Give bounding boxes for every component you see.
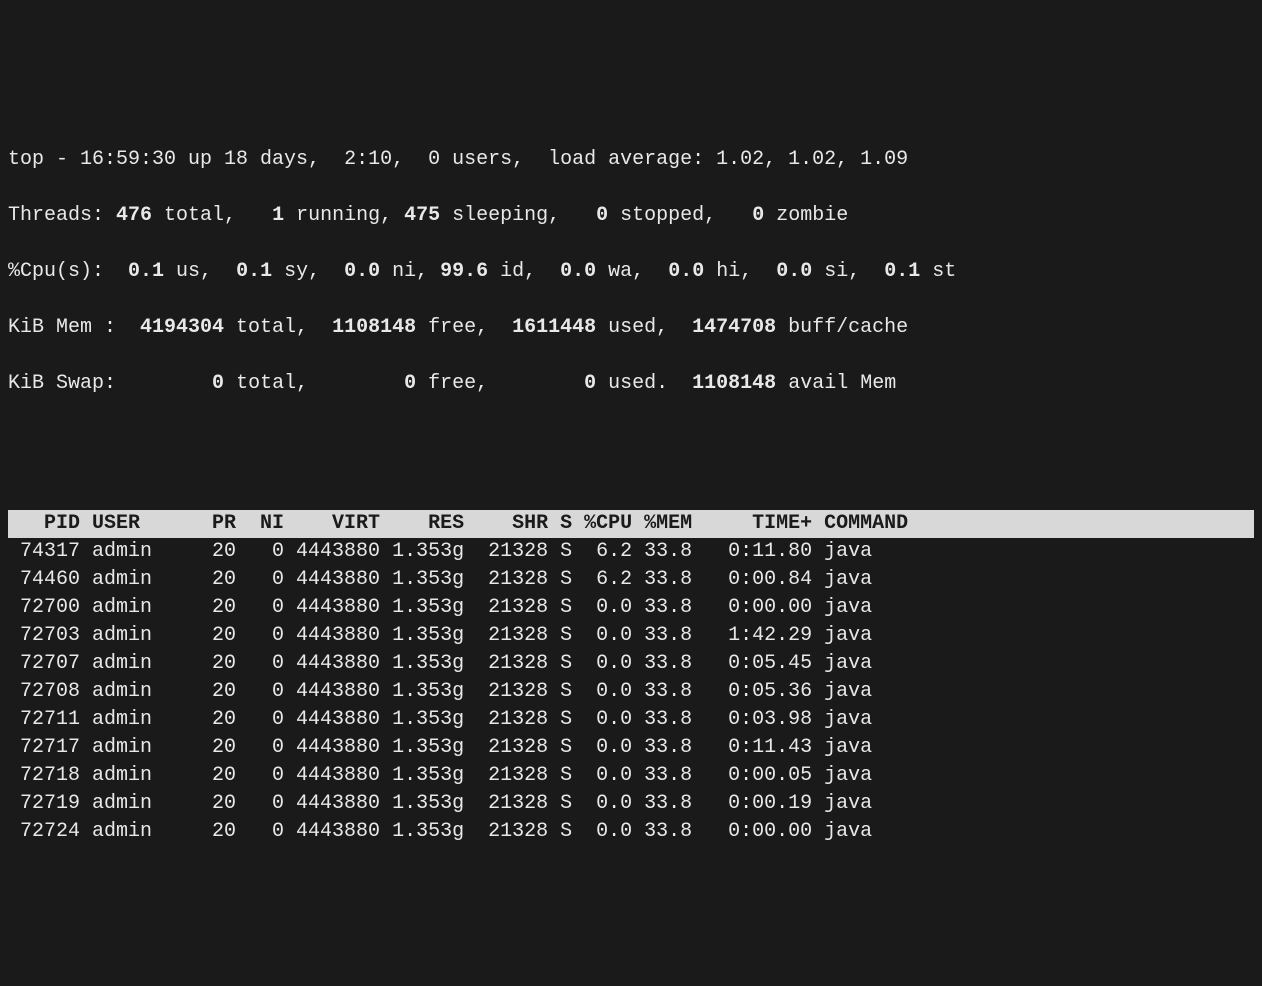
process-row[interactable]: 72708 admin 20 0 4443880 1.353g 21328 S … [8, 678, 1254, 706]
process-row[interactable]: 72707 admin 20 0 4443880 1.353g 21328 S … [8, 650, 1254, 678]
process-table-header[interactable]: PID USER PR NI VIRT RES SHR S %CPU %MEM … [8, 510, 1254, 538]
process-row[interactable]: 72703 admin 20 0 4443880 1.353g 21328 S … [8, 622, 1254, 650]
process-list: 74317 admin 20 0 4443880 1.353g 21328 S … [8, 538, 1254, 846]
threads-line: Threads: 476 total, 1 running, 475 sleep… [8, 202, 1254, 230]
process-row[interactable]: 72724 admin 20 0 4443880 1.353g 21328 S … [8, 818, 1254, 846]
process-row[interactable]: 72717 admin 20 0 4443880 1.353g 21328 S … [8, 734, 1254, 762]
process-row[interactable]: 72719 admin 20 0 4443880 1.353g 21328 S … [8, 790, 1254, 818]
uptime-line: top - 16:59:30 up 18 days, 2:10, 0 users… [8, 146, 1254, 174]
process-row[interactable]: 72718 admin 20 0 4443880 1.353g 21328 S … [8, 762, 1254, 790]
process-row[interactable]: 72711 admin 20 0 4443880 1.353g 21328 S … [8, 706, 1254, 734]
blank-separator [8, 454, 1254, 482]
cpu-line: %Cpu(s): 0.1 us, 0.1 sy, 0.0 ni, 99.6 id… [8, 258, 1254, 286]
process-row[interactable]: 74317 admin 20 0 4443880 1.353g 21328 S … [8, 538, 1254, 566]
top-summary: top - 16:59:30 up 18 days, 2:10, 0 users… [8, 118, 1254, 426]
process-row[interactable]: 72700 admin 20 0 4443880 1.353g 21328 S … [8, 594, 1254, 622]
swap-line: KiB Swap: 0 total, 0 free, 0 used. 11081… [8, 370, 1254, 398]
process-row[interactable]: 74460 admin 20 0 4443880 1.353g 21328 S … [8, 566, 1254, 594]
mem-line: KiB Mem : 4194304 total, 1108148 free, 1… [8, 314, 1254, 342]
